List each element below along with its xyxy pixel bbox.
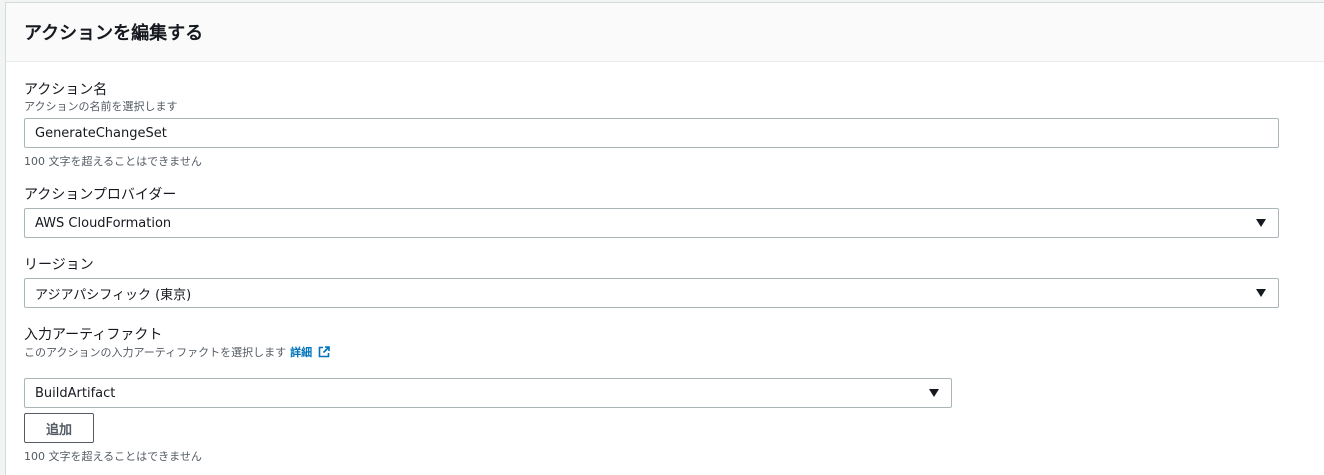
action-name-constraint: 100 文字を超えることはできません bbox=[24, 155, 202, 168]
input-artifact-value: BuildArtifact bbox=[35, 385, 116, 401]
input-artifact-select[interactable]: BuildArtifact bbox=[24, 378, 952, 408]
modal-title: アクションを編集する bbox=[24, 22, 204, 44]
region-label: リージョン bbox=[24, 257, 94, 273]
action-name-value: GenerateChangeSet bbox=[35, 125, 167, 141]
edit-action-modal: アクションを編集する アクション名 アクションの名前を選択します Generat… bbox=[5, 2, 1324, 475]
input-artifacts-label: 入力アーティファクト bbox=[24, 327, 163, 343]
input-artifacts-description-text: このアクションの入力アーティファクトを選択します bbox=[24, 346, 287, 359]
region-value: アジアパシフィック (東京) bbox=[35, 287, 192, 303]
input-artifacts-description: このアクションの入力アーティファクトを選択します 詳細 bbox=[24, 344, 330, 361]
action-name-description: アクションの名前を選択します bbox=[24, 100, 178, 113]
caret-down-icon bbox=[1256, 219, 1266, 227]
action-provider-select[interactable]: AWS CloudFormation bbox=[24, 208, 1279, 238]
region-select[interactable]: アジアパシフィック (東京) bbox=[24, 278, 1279, 308]
add-button[interactable]: 追加 bbox=[24, 413, 94, 443]
action-provider-value: AWS CloudFormation bbox=[35, 215, 172, 231]
action-provider-label: アクションプロバイダー bbox=[24, 187, 177, 203]
caret-down-icon bbox=[1256, 289, 1266, 297]
modal-header: アクションを編集する bbox=[6, 3, 1324, 62]
action-name-input[interactable]: GenerateChangeSet bbox=[24, 118, 1279, 148]
input-artifacts-constraint: 100 文字を超えることはできません bbox=[24, 450, 202, 463]
learn-more-link[interactable]: 詳細 bbox=[290, 346, 312, 359]
caret-down-icon bbox=[929, 389, 939, 397]
external-link-icon[interactable] bbox=[318, 346, 330, 361]
action-name-label: アクション名 bbox=[24, 82, 108, 98]
